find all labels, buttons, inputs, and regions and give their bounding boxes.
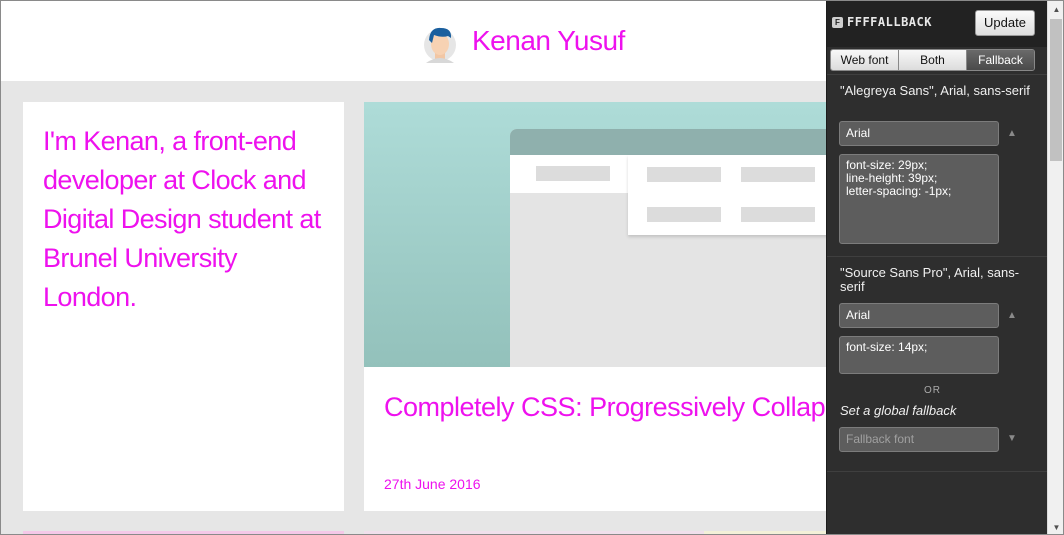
chevron-up-icon[interactable]: ▲ — [1007, 310, 1017, 321]
avatar[interactable] — [422, 23, 458, 63]
vertical-scrollbar[interactable]: ▲ ▼ — [1047, 1, 1063, 534]
mock-nav-bar — [510, 155, 628, 193]
chevron-down-icon[interactable]: ▼ — [1007, 433, 1017, 444]
fallback-css-textarea[interactable]: font-size: 14px; — [839, 336, 999, 374]
or-divider: OR — [924, 385, 941, 396]
scroll-down-icon[interactable]: ▼ — [1048, 519, 1063, 534]
global-fallback-select[interactable]: Fallback font — [839, 427, 999, 452]
mock-nav-item — [647, 167, 721, 182]
next-card-edge — [364, 531, 704, 534]
panel-header: F FFFFALLBACK Update — [827, 1, 1047, 47]
tab-web-font[interactable]: Web font — [831, 50, 899, 70]
mock-nav-item — [536, 166, 610, 181]
font-section: "Source Sans Pro", Arial, sans-serif Ari… — [827, 256, 1047, 390]
fallback-font-select[interactable]: Arial — [839, 303, 999, 328]
scroll-up-icon[interactable]: ▲ — [1048, 1, 1063, 18]
font-section: "Alegreya Sans", Arial, sans-serif Arial… — [827, 74, 1047, 256]
font-stack-label: "Source Sans Pro", Arial, sans-serif — [840, 265, 1020, 294]
mock-nav-item — [647, 207, 721, 222]
post-date: 27th June 2016 — [384, 476, 481, 492]
update-button[interactable]: Update — [975, 10, 1035, 36]
tab-fallback[interactable]: Fallback — [967, 50, 1034, 70]
view-mode-toggle: Web font Both Fallback — [830, 49, 1035, 71]
intro-text: I'm Kenan, a front-end developer at Cloc… — [43, 126, 321, 312]
scrollbar-thumb[interactable] — [1050, 19, 1062, 161]
global-fallback-label: Set a global fallback — [840, 403, 957, 418]
font-stack-label: "Alegreya Sans", Arial, sans-serif — [840, 83, 1030, 98]
ffffallback-panel: F FFFFALLBACK Update Web font Both Fallb… — [826, 1, 1047, 534]
chevron-up-icon[interactable]: ▲ — [1007, 128, 1017, 139]
mock-nav-item — [741, 207, 815, 222]
browser-viewport: Kenan Yusuf I'm Kenan, a front-end devel… — [0, 0, 1064, 535]
site-title[interactable]: Kenan Yusuf — [472, 25, 625, 57]
panel-divider — [827, 471, 1047, 472]
ffffallback-logo-icon: F — [832, 17, 843, 28]
intro-card: I'm Kenan, a front-end developer at Cloc… — [23, 102, 344, 511]
ffffallback-logo: FFFFALLBACK — [847, 15, 932, 29]
mock-dropdown — [628, 155, 848, 235]
fallback-css-textarea[interactable]: font-size: 29px; line-height: 39px; lett… — [839, 154, 999, 244]
fallback-font-select[interactable]: Arial — [839, 121, 999, 146]
next-card-edge — [23, 531, 344, 534]
mock-nav-item — [741, 167, 815, 182]
tab-both[interactable]: Both — [899, 50, 967, 70]
